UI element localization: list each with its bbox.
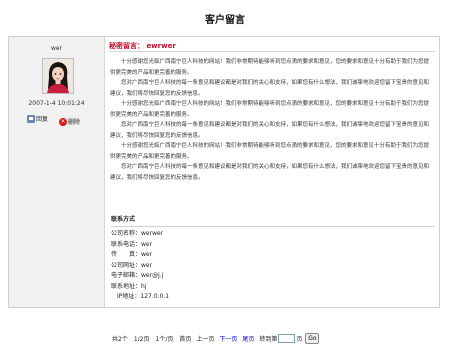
contact-row-phone: 联系电话：wer: [111, 240, 435, 251]
last-page-link[interactable]: 尾页: [242, 334, 254, 343]
delete-icon: ×: [58, 117, 67, 126]
contact-value: werwer: [141, 230, 164, 237]
contact-row-website: 公司网址：wer: [111, 261, 435, 272]
message-paragraph: 十分感谢您光临广西南宁巨人科技的网站！我们非常期待能够听到您点滴的要求和意见，您…: [110, 101, 430, 118]
contact-value: 127.0.0.1: [140, 293, 170, 300]
secret-value: ewrwer: [146, 42, 176, 50]
page-title: 客户留言: [205, 15, 245, 26]
next-page-link[interactable]: 下一页: [219, 334, 237, 343]
message-body: 十分感谢您光临广西南宁巨人科技的网站！我们非常期待能够听到您点滴的要求和意见，您…: [110, 57, 434, 183]
message-content: 秘密留言： ewrwer 十分感谢您光临广西南宁巨人科技的网站！我们非常期待能够…: [105, 37, 439, 307]
pagination: 共2个 1/2页 1个/页 首页 上一页 下一页 尾页 转到第 页 Go: [112, 333, 320, 344]
author-column: wer 2007-1-4 10:01:24 回复 × 删除: [9, 37, 105, 307]
goto-suffix: 页: [296, 336, 303, 343]
page-of: 1/2页: [133, 336, 150, 343]
goto-label: 转到第: [259, 336, 278, 343]
message-paragraph: 十分感谢您光临广西南宁巨人科技的网站！我们非常期待能够听到您点滴的要求和意见，您…: [110, 143, 430, 160]
contact-row-company: 公司名称：werwer: [111, 229, 435, 240]
avatar-icon: [43, 59, 73, 93]
secret-label: 秘密留言：: [109, 42, 144, 50]
contact-label: 电子邮箱：: [111, 272, 142, 279]
contact-row-email: 电子邮箱：wer@j.j: [111, 271, 435, 282]
contact-value: wer@j.j: [141, 272, 164, 279]
page-number-input[interactable]: [278, 334, 296, 343]
message-paragraph: 您对广西南宁巨人科技的每一条意见和建议都是对我们的关心和支持，如果您有什么想法，…: [110, 122, 430, 139]
contact-label: 联系电话：: [111, 240, 142, 248]
avatar: [42, 58, 74, 94]
contact-label: 公司名称：: [111, 230, 142, 237]
contact-row-address: 联系地址：hj: [111, 282, 435, 293]
reply-label: 回复: [36, 116, 49, 123]
delete-label: 删除: [67, 119, 80, 126]
contact-label: 联系地址：: [111, 282, 142, 290]
prev-page: 上一页: [196, 336, 215, 343]
message-paragraph: 十分感谢您光临广西南宁巨人科技的网站！我们非常期待能够听到您点滴的要求和意见，您…: [110, 59, 430, 76]
contact-row-ip: IP地址：127.0.0.1: [111, 292, 435, 303]
per-page: 1个/页: [155, 336, 174, 343]
contact-row-fax: 传 真：wer: [111, 250, 435, 261]
contact-header: 联系方式: [111, 214, 435, 227]
message-paragraph: 您对广西南宁巨人科技的每一条意见和建议都是对我们的关心和支持，如果您有什么想法，…: [110, 164, 430, 181]
post-datetime: 2007-1-4 10:01:24: [28, 100, 85, 107]
message-panel: wer 2007-1-4 10:01:24 回复 × 删除 秘密留言： ewrw…: [8, 36, 440, 308]
go-button[interactable]: Go: [305, 333, 320, 344]
contact-label: 传 真：: [111, 251, 142, 258]
reply-button[interactable]: 回复: [27, 114, 48, 123]
contact-info: 联系方式 公司名称：werwer 联系电话：wer 传 真：wer 公司网址：w…: [111, 214, 435, 303]
first-page: 首页: [179, 336, 192, 343]
author-name: wer: [50, 45, 63, 52]
contact-value: wer: [141, 240, 153, 248]
contact-label: 公司网址：: [111, 261, 142, 269]
message-actions: 回复 × 删除: [27, 114, 89, 126]
contact-value: hj: [141, 282, 147, 290]
divider: [109, 51, 435, 52]
delete-button[interactable]: × 删除: [58, 117, 80, 126]
contact-value: wer: [141, 261, 153, 269]
contact-value: wer: [141, 251, 153, 258]
secret-message-title: 秘密留言： ewrwer: [109, 41, 435, 52]
total-count: 共2个: [112, 336, 128, 343]
reply-icon: [27, 114, 35, 123]
contact-label: IP地址：: [117, 293, 141, 300]
message-paragraph: 您对广西南宁巨人科技的每一条意见和建议都是对我们的关心和支持，如果您有什么想法，…: [110, 80, 430, 97]
